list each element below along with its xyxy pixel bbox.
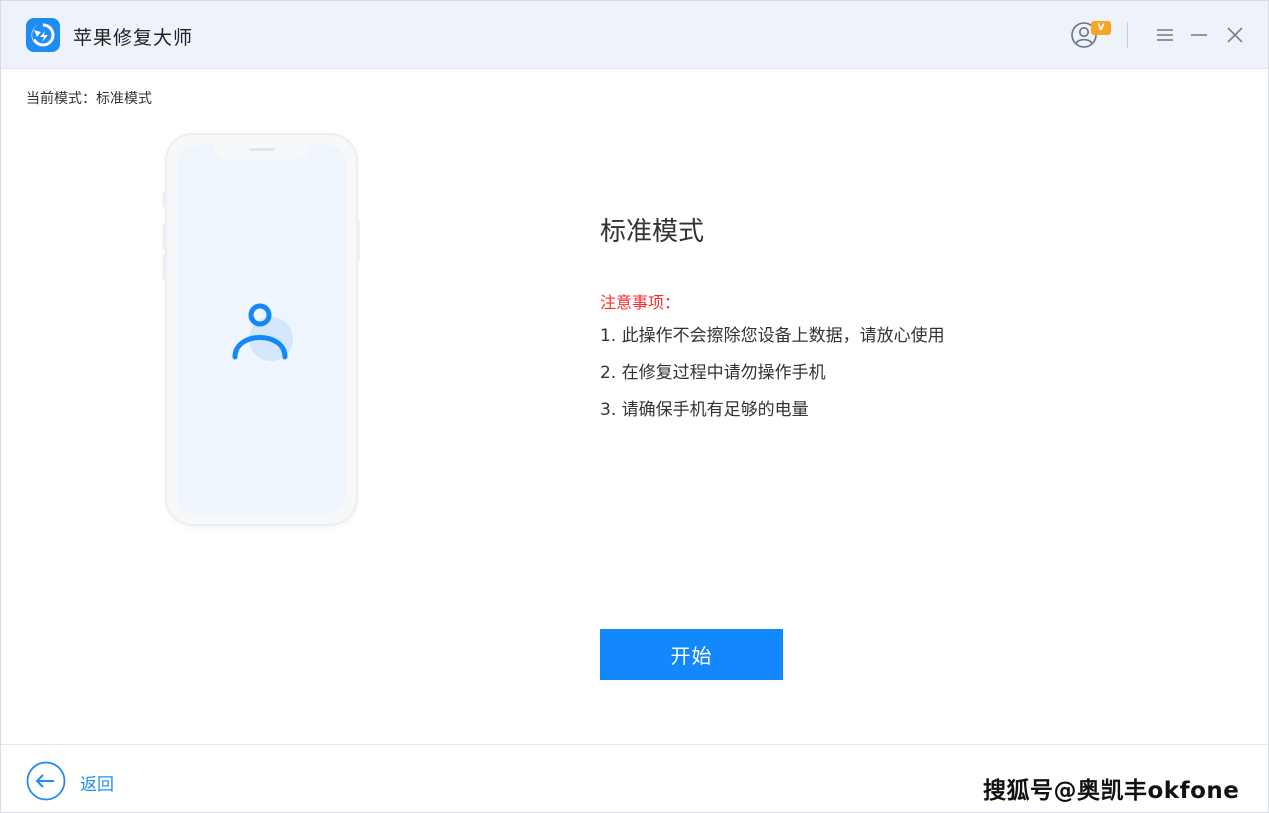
user-icon (229, 295, 299, 365)
watermark-text: 搜狐号@奥凯丰okfone (983, 778, 1240, 804)
app-title: 苹果修复大师 (73, 27, 194, 49)
arrow-left-circle-icon[interactable] (26, 761, 66, 801)
title-bar-divider (1127, 22, 1128, 48)
vip-badge: V (1091, 21, 1111, 35)
notice-item: 1. 此操作不会擦除您设备上数据，请放心使用 (600, 326, 945, 346)
current-mode-label: 当前模式：标准模式 (26, 91, 152, 107)
footer-bar: 返回 搜狐号@奥凯丰okfone (1, 744, 1268, 812)
phone-illustration (165, 133, 358, 526)
app-logo-icon (26, 18, 60, 52)
notice-title: 注意事项： (600, 293, 681, 312)
notice-item: 2. 在修复过程中请勿操作手机 (600, 363, 826, 383)
notice-list: 1. 此操作不会擦除您设备上数据，请放心使用 2. 在修复过程中请勿操作手机 3… (600, 324, 945, 435)
minimize-icon[interactable] (1187, 23, 1211, 47)
phone-side-button (162, 223, 166, 249)
close-icon[interactable] (1223, 23, 1247, 47)
mode-title: 标准模式 (600, 217, 705, 247)
app-window: 苹果修复大师 V 当前模式：标准模式 标准模式 注意事项： 1. 此操作不会擦除… (0, 0, 1269, 813)
phone-speaker (249, 148, 275, 151)
phone-side-button (162, 191, 166, 207)
phone-side-button (356, 221, 360, 261)
start-button[interactable]: 开始 (600, 629, 783, 680)
hamburger-menu-icon[interactable] (1153, 23, 1177, 47)
title-bar: 苹果修复大师 V (1, 1, 1268, 69)
phone-side-button (162, 255, 166, 281)
notice-item: 3. 请确保手机有足够的电量 (600, 400, 809, 420)
back-button[interactable]: 返回 (80, 770, 114, 795)
